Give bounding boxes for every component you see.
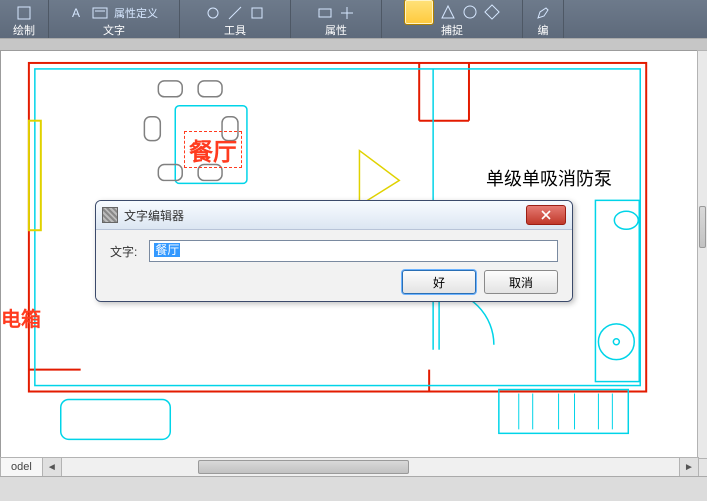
annot-dining[interactable]: 餐厅	[184, 131, 242, 168]
ribbon-attrdef-label: 属性定义	[114, 5, 158, 21]
snap-icon-3[interactable]	[484, 4, 500, 20]
ribbon-group-text: A 属性定义 文字	[49, 0, 180, 38]
ribbon-group-tools: 工具	[180, 0, 291, 38]
ribbon-group-draw: 绘制	[0, 0, 49, 38]
snap-main-button[interactable]	[404, 0, 434, 25]
close-icon	[541, 210, 551, 220]
dialog-body: 文字: 餐厅 好 取消	[96, 230, 572, 302]
svg-text:A: A	[72, 6, 80, 20]
ribbon-label-edit: 编	[538, 25, 549, 37]
text-editor-dialog: 文字编辑器 文字: 餐厅 好 取消	[95, 200, 573, 302]
vertical-scrollbar[interactable]	[697, 50, 707, 459]
hscroll-left-arrow[interactable]: ◄	[43, 458, 62, 476]
cancel-button[interactable]: 取消	[484, 270, 558, 294]
props-icon-2[interactable]	[339, 5, 355, 21]
hscroll-right-arrow[interactable]: ►	[679, 458, 698, 476]
edit-icon[interactable]	[535, 5, 551, 21]
vscroll-thumb[interactable]	[699, 206, 706, 248]
ribbon-label-draw: 绘制	[13, 25, 35, 37]
ok-button[interactable]: 好	[402, 270, 476, 294]
text-field-value: 餐厅	[154, 243, 180, 257]
status-bar	[0, 476, 707, 501]
annot-pump: 单级单吸消防泵	[486, 165, 612, 191]
props-icon-1[interactable]	[317, 5, 333, 21]
ribbon-group-snap: 捕捉	[382, 0, 523, 38]
tool-icon-2[interactable]	[227, 5, 243, 21]
model-tab[interactable]: odel	[1, 458, 43, 476]
dialog-title-text: 文字编辑器	[124, 207, 184, 224]
draw-icon[interactable]	[16, 5, 32, 21]
snap-icon-2[interactable]	[462, 4, 478, 20]
dialog-app-icon	[102, 207, 118, 223]
ribbon-label-tools: 工具	[224, 25, 246, 37]
hscroll-thumb[interactable]	[198, 460, 410, 474]
text-field-input[interactable]: 餐厅	[149, 240, 558, 262]
hscroll-track[interactable]	[62, 458, 679, 476]
ribbon-group-props: 属性	[291, 0, 382, 38]
ribbon-label-props: 属性	[325, 25, 347, 37]
horizontal-scrollbar: odel ◄ ►	[0, 457, 699, 477]
ribbon-label-snap: 捕捉	[441, 25, 463, 37]
tool-icon-1[interactable]	[205, 5, 221, 21]
annot-box: 电箱	[1, 303, 41, 332]
text-icon[interactable]: A	[70, 5, 86, 21]
attrdef-icon[interactable]	[92, 5, 108, 21]
dialog-titlebar[interactable]: 文字编辑器	[96, 201, 572, 230]
dialog-close-button[interactable]	[526, 205, 566, 225]
tool-icon-3[interactable]	[249, 5, 265, 21]
text-field-label: 文字:	[110, 243, 137, 260]
ribbon: 绘制 A 属性定义 文字 工具 属性	[0, 0, 707, 38]
ribbon-label-text: 文字	[103, 25, 125, 37]
ribbon-group-edit: 编	[523, 0, 564, 38]
snap-icon-1[interactable]	[440, 4, 456, 20]
